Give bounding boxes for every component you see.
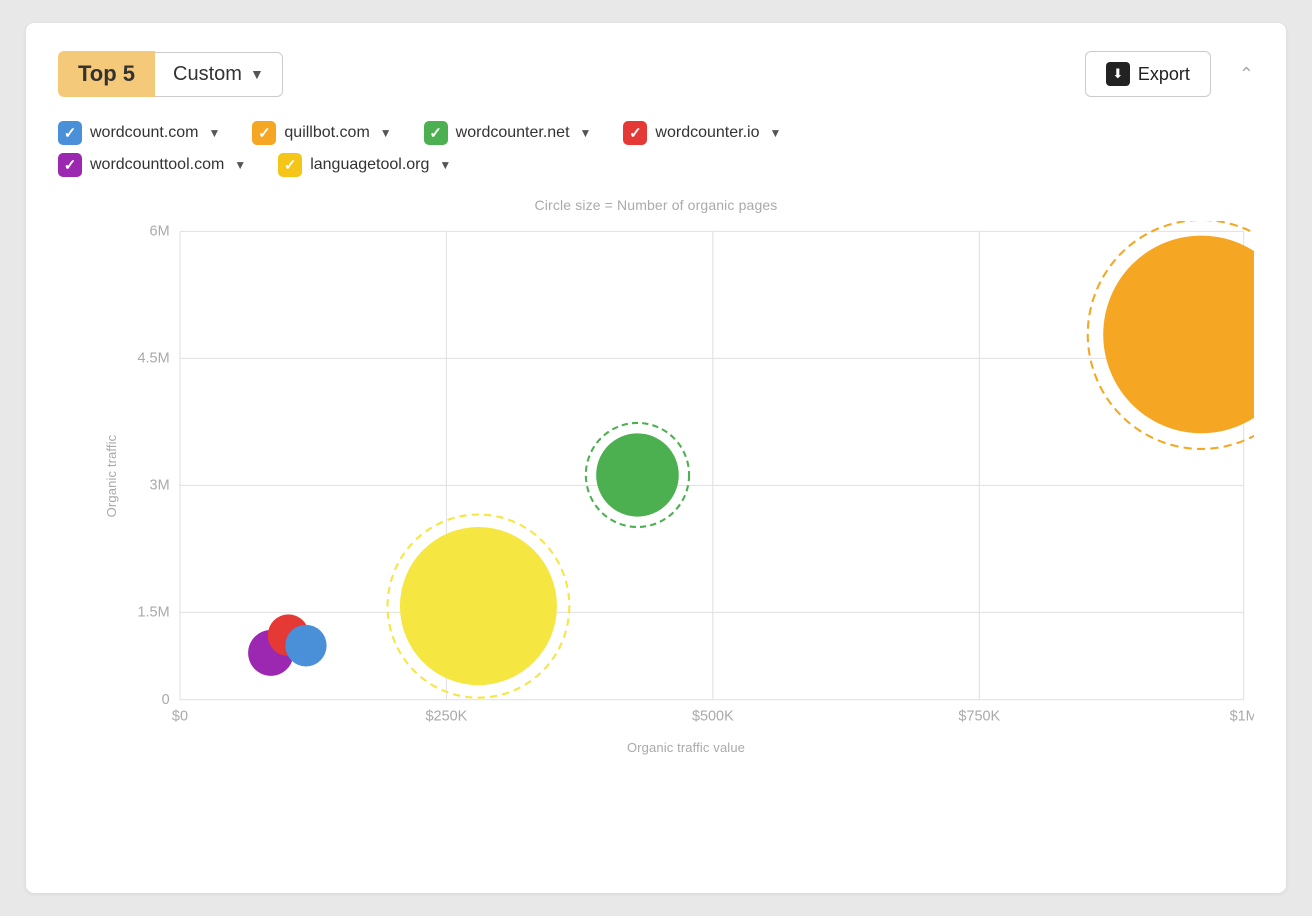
legend-label-languagetool: languagetool.org [310, 156, 429, 174]
svg-text:0: 0 [162, 692, 170, 708]
chart-container: Organic traffic 6M 4.5M 3M 1.5M [118, 221, 1254, 731]
legend-arrow-languagetool[interactable]: ▼ [439, 158, 451, 172]
svg-text:4.5M: 4.5M [138, 351, 170, 367]
bubble-wordcounternet[interactable] [596, 433, 679, 516]
legend: ✓ wordcount.com ▼ ✓ quillbot.com ▼ ✓ wor… [58, 121, 1254, 177]
svg-text:1.5M: 1.5M [138, 604, 170, 620]
x-axis-label: Organic traffic value [118, 740, 1254, 755]
legend-row-1: ✓ wordcount.com ▼ ✓ quillbot.com ▼ ✓ wor… [58, 121, 1254, 145]
top5-badge[interactable]: Top 5 [58, 51, 155, 97]
legend-item-quillbot[interactable]: ✓ quillbot.com ▼ [252, 121, 391, 145]
checkbox-wordcounternet[interactable]: ✓ [424, 121, 448, 145]
bubble-wordcounttool[interactable] [400, 527, 557, 685]
legend-label-wordcounttool: wordcounttool.com [90, 156, 224, 174]
checkbox-wordcount[interactable]: ✓ [58, 121, 82, 145]
svg-text:$0: $0 [172, 709, 188, 725]
y-axis-label: Organic traffic [104, 435, 119, 518]
legend-row-2: ✓ wordcounttool.com ▼ ✓ languagetool.org… [58, 153, 1254, 177]
legend-item-wordcount[interactable]: ✓ wordcount.com ▼ [58, 121, 220, 145]
top-bar: Top 5 Custom ▼ ⬇ Export ⌃ [58, 51, 1254, 97]
svg-text:$1M: $1M [1230, 709, 1254, 725]
svg-text:$500K: $500K [692, 709, 734, 725]
custom-label: Custom [173, 63, 242, 86]
legend-item-wordcounternet[interactable]: ✓ wordcounter.net ▼ [424, 121, 592, 145]
export-icon: ⬇ [1106, 62, 1130, 86]
bubble-wordcount[interactable] [285, 625, 326, 667]
legend-label-wordcounterio: wordcounter.io [655, 124, 759, 142]
checkbox-wordcounterio[interactable]: ✓ [623, 121, 647, 145]
checkbox-languagetool[interactable]: ✓ [278, 153, 302, 177]
legend-item-wordcounttool[interactable]: ✓ wordcounttool.com ▼ [58, 153, 246, 177]
svg-text:$250K: $250K [426, 709, 468, 725]
bubble-quillbot[interactable] [1103, 236, 1254, 434]
checkbox-quillbot[interactable]: ✓ [252, 121, 276, 145]
custom-dropdown[interactable]: Custom ▼ [155, 52, 283, 97]
legend-label-wordcount: wordcount.com [90, 124, 199, 142]
legend-arrow-quillbot[interactable]: ▼ [380, 126, 392, 140]
dropdown-arrow-icon: ▼ [250, 66, 264, 82]
legend-label-quillbot: quillbot.com [284, 124, 369, 142]
legend-arrow-wordcounttool[interactable]: ▼ [234, 158, 246, 172]
main-card: Top 5 Custom ▼ ⬇ Export ⌃ ✓ wordcount.co… [26, 23, 1286, 893]
legend-item-languagetool[interactable]: ✓ languagetool.org ▼ [278, 153, 451, 177]
chart-svg: 6M 4.5M 3M 1.5M 0 $0 $250K $500K $750K $… [118, 221, 1254, 731]
top-bar-left: Top 5 Custom ▼ [58, 51, 283, 97]
chevron-up-icon[interactable]: ⌃ [1239, 64, 1254, 85]
chart-area: Circle size = Number of organic pages Or… [58, 197, 1254, 757]
legend-arrow-wordcount[interactable]: ▼ [209, 126, 221, 140]
svg-text:3M: 3M [150, 477, 170, 493]
legend-label-wordcounternet: wordcounter.net [456, 124, 570, 142]
legend-arrow-wordcounterio[interactable]: ▼ [769, 126, 781, 140]
checkbox-wordcounttool[interactable]: ✓ [58, 153, 82, 177]
legend-arrow-wordcounternet[interactable]: ▼ [580, 126, 592, 140]
chart-subtitle: Circle size = Number of organic pages [58, 197, 1254, 213]
svg-text:$750K: $750K [958, 709, 1000, 725]
export-label: Export [1138, 64, 1190, 85]
export-button[interactable]: ⬇ Export [1085, 51, 1211, 97]
legend-item-wordcounterio[interactable]: ✓ wordcounter.io ▼ [623, 121, 781, 145]
svg-text:6M: 6M [150, 224, 170, 240]
